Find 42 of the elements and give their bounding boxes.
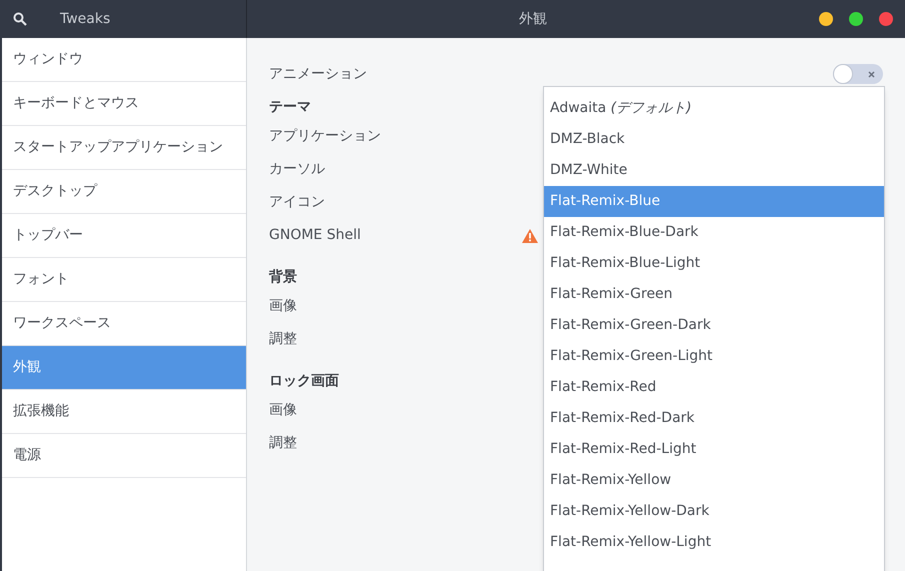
sidebar-item[interactable]: ウィンドウ xyxy=(2,38,246,82)
dropdown-option[interactable]: Adwaita (デフォルト) xyxy=(544,93,884,124)
dropdown-option[interactable]: Flat-Remix-Red-Dark xyxy=(544,403,884,434)
setting-label: アニメーション xyxy=(269,64,367,84)
sidebar-item[interactable]: 電源 xyxy=(2,434,246,478)
toggle-switch[interactable] xyxy=(833,64,883,84)
dropdown-option[interactable]: Flat-Remix-Blue-Dark xyxy=(544,217,884,248)
setting-label: 調整 xyxy=(269,330,297,349)
setting-label: 調整 xyxy=(269,434,297,453)
sidebar-item[interactable]: フォント xyxy=(2,258,246,302)
section-heading: テーマ xyxy=(269,98,311,117)
dropdown-option[interactable]: Flat-Remix-Green-Dark xyxy=(544,310,884,341)
sidebar-item[interactable]: 拡張機能 xyxy=(2,390,246,434)
close-button[interactable] xyxy=(879,12,893,26)
sidebar-item[interactable]: キーボードとマウス xyxy=(2,82,246,126)
sidebar-item[interactable]: デスクトップ xyxy=(2,170,246,214)
search-icon xyxy=(13,12,27,26)
maximize-button[interactable] xyxy=(849,12,863,26)
setting-label: アプリケーション xyxy=(269,127,381,146)
dropdown-option[interactable]: Flat-Remix-Red xyxy=(544,372,884,403)
dropdown-option[interactable]: Flat-Remix-Green xyxy=(544,279,884,310)
window-title: 外観 xyxy=(519,10,547,28)
dropdown-option[interactable]: Flat-Remix-Blue-Light xyxy=(544,248,884,279)
dropdown-option[interactable]: Flat-Remix-Yellow-Dark xyxy=(544,496,884,527)
x-icon xyxy=(868,70,875,78)
sidebar-item[interactable]: スタートアップアプリケーション xyxy=(2,126,246,170)
dropdown-option[interactable]: DMZ-White xyxy=(544,155,884,186)
dropdown-option[interactable]: DMZ-Black xyxy=(544,124,884,155)
setting-label: 画像 xyxy=(269,297,297,316)
app-title: Tweaks xyxy=(60,10,110,28)
dropdown-option[interactable]: Flat-Remix-Green-Light xyxy=(544,341,884,372)
dropdown-option[interactable]: Flat-Remix-Yellow xyxy=(544,465,884,496)
section-heading: 背景 xyxy=(269,268,297,287)
dropdown-option[interactable]: Flat-Remix-Red-Light xyxy=(544,434,884,465)
sidebar-item[interactable]: トップバー xyxy=(2,214,246,258)
setting-label: GNOME Shell xyxy=(269,226,361,245)
setting-label: アイコン xyxy=(269,193,325,212)
dropdown-option[interactable]: Flat-Remix-Yellow-Light xyxy=(544,527,884,558)
section-heading: ロック画面 xyxy=(269,372,339,391)
minimize-button[interactable] xyxy=(819,12,833,26)
setting-label: 画像 xyxy=(269,401,297,420)
setting-label: カーソル xyxy=(269,160,325,179)
